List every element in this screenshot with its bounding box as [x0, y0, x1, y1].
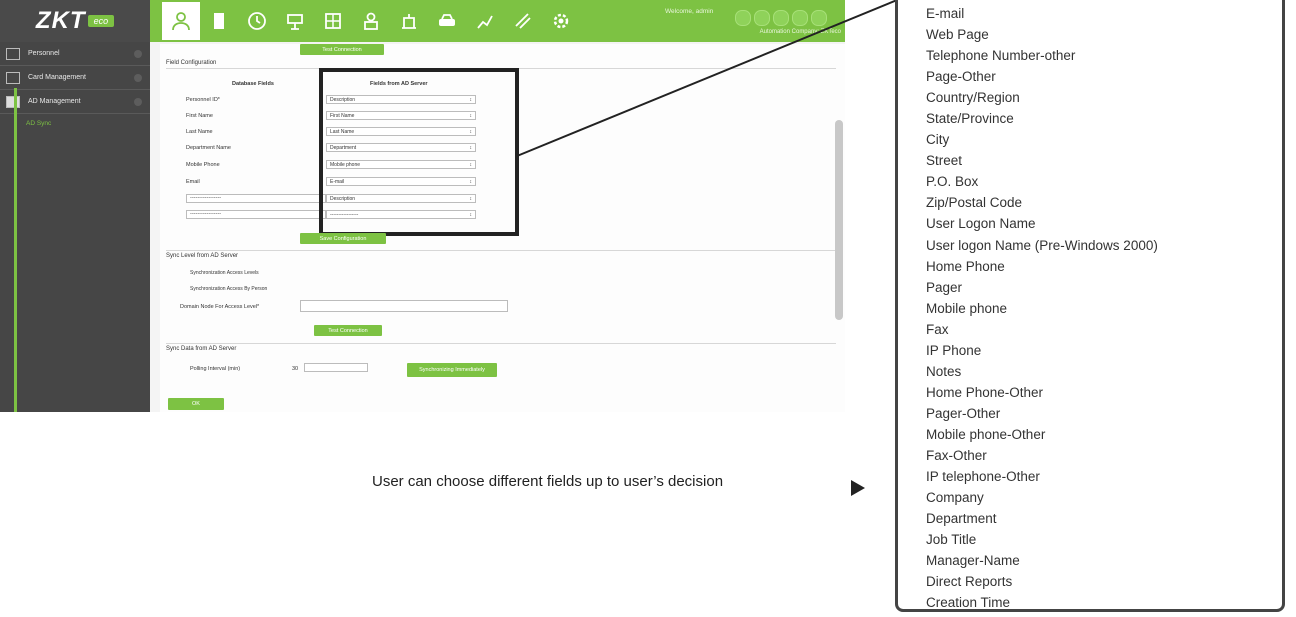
dropdown-option[interactable]: Fax: [926, 319, 1282, 340]
dropdown-option[interactable]: City: [926, 129, 1282, 150]
dropdown-option[interactable]: Mobile phone-Other: [926, 424, 1282, 445]
dropdown-option[interactable]: Mobile phone: [926, 298, 1282, 319]
dropdown-option[interactable]: Company: [926, 487, 1282, 508]
dropdown-option[interactable]: State/Province: [926, 108, 1282, 129]
dropdown-option[interactable]: Creation Time: [926, 592, 1282, 613]
dropdown-option[interactable]: E-mail: [926, 3, 1282, 24]
dropdown-option[interactable]: Direct Reports: [926, 571, 1282, 592]
dropdown-option[interactable]: IP telephone-Other: [926, 466, 1282, 487]
dropdown-option[interactable]: P.O. Box: [926, 171, 1282, 192]
dropdown-option[interactable]: User logon Name (Pre-Windows 2000): [926, 235, 1282, 256]
dropdown-option[interactable]: Job Title: [926, 529, 1282, 550]
ad-field-dropdown-list[interactable]: E-mail Web Page Telephone Number-other Page…: [895, 0, 1285, 612]
dropdown-option[interactable]: Street: [926, 150, 1282, 171]
dropdown-option[interactable]: Fax-Other: [926, 445, 1282, 466]
dropdown-option[interactable]: Home Phone-Other: [926, 382, 1282, 403]
dropdown-option[interactable]: Department: [926, 508, 1282, 529]
dropdown-option[interactable]: Page-Other: [926, 66, 1282, 87]
dropdown-option[interactable]: Zip/Postal Code: [926, 192, 1282, 213]
dropdown-option[interactable]: IP Phone: [926, 340, 1282, 361]
dropdown-option[interactable]: Home Phone: [926, 256, 1282, 277]
dropdown-options: E-mail Web Page Telephone Number-other Page…: [898, 0, 1282, 613]
dropdown-option[interactable]: Pager-Other: [926, 403, 1282, 424]
dropdown-option[interactable]: User Logon Name: [926, 213, 1282, 234]
dropdown-option[interactable]: Pager: [926, 277, 1282, 298]
pointer-arrow-icon: [851, 480, 865, 496]
dropdown-option[interactable]: Country/Region: [926, 87, 1282, 108]
dropdown-option[interactable]: Web Page: [926, 24, 1282, 45]
annotation-text: User can choose different fields up to u…: [372, 473, 724, 490]
dropdown-option[interactable]: Manager-Name: [926, 550, 1282, 571]
dropdown-option[interactable]: Notes: [926, 361, 1282, 382]
dropdown-option[interactable]: Telephone Number-other: [926, 45, 1282, 66]
